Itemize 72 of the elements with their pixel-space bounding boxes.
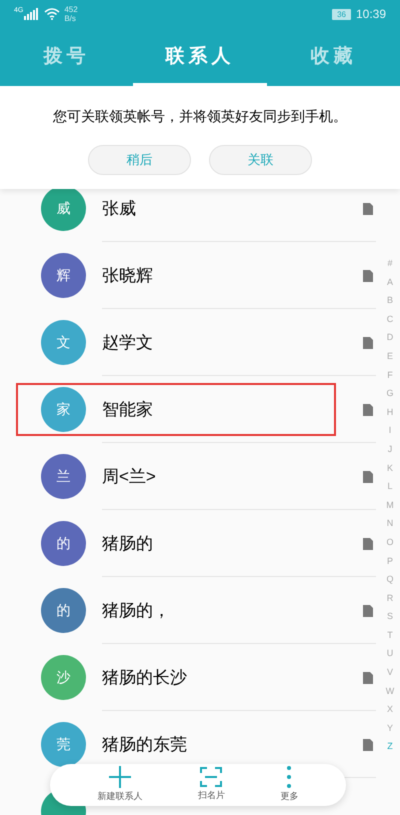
index-letter[interactable]: C (386, 310, 394, 328)
contact-avatar: 文 (41, 320, 86, 365)
index-letter[interactable]: X (386, 700, 393, 719)
document-icon (363, 202, 373, 214)
speed-unit: B/s (64, 14, 77, 23)
contact-avatar: 沙 (41, 655, 86, 700)
contact-name: 猪肠的东莞 (102, 734, 187, 756)
index-letter[interactable]: M (386, 496, 394, 514)
index-letter[interactable]: L (387, 477, 392, 496)
contact-name: 张威 (102, 198, 136, 220)
scan-icon (200, 767, 222, 788)
document-icon (363, 470, 373, 482)
index-letter[interactable]: J (388, 440, 392, 459)
index-letter[interactable]: Y (386, 718, 393, 738)
contact-name: 周<兰> (102, 466, 156, 488)
contact-avatar: 威 (41, 186, 86, 231)
index-letter[interactable]: D (386, 328, 394, 347)
toolbar-button[interactable]: 扫名片 (198, 767, 225, 803)
contact-avatar: 的 (41, 588, 86, 633)
tab[interactable]: 联系人 (133, 28, 267, 86)
index-letter[interactable]: F (387, 366, 393, 384)
status-time: 10:39 (356, 6, 386, 23)
index-letter[interactable]: P (386, 552, 393, 570)
index-letter[interactable]: N (386, 514, 394, 533)
document-icon (363, 672, 373, 684)
contact-name: 猪肠的， (102, 600, 170, 622)
index-letter[interactable]: T (387, 626, 393, 644)
battery-icon: 36 (332, 8, 351, 20)
index-letter[interactable]: Z (387, 737, 393, 756)
contact-name: 赵学文 (102, 332, 153, 354)
toolbar-button[interactable]: 更多 (280, 766, 298, 804)
plus-icon (109, 766, 132, 788)
index-letter[interactable]: O (386, 532, 394, 552)
index-letter[interactable]: H (386, 402, 394, 422)
tab[interactable]: 收藏 (266, 28, 400, 86)
contact-avatar: 莞 (41, 722, 86, 767)
index-letter[interactable]: G (386, 384, 394, 403)
index-letter[interactable]: B (386, 291, 393, 310)
contact-name: 猪肠的长沙 (102, 666, 187, 689)
wifi-icon (44, 8, 60, 20)
contact-name: 猪肠的 (102, 532, 153, 555)
banner-button[interactable]: 关联 (209, 145, 312, 175)
index-letter[interactable]: I (388, 421, 392, 440)
document-icon (363, 538, 373, 550)
contact-name: 智能家 (102, 398, 153, 421)
tab[interactable]: 拨号 (0, 28, 134, 86)
index-letter[interactable]: V (386, 663, 393, 682)
index-letter[interactable]: K (386, 458, 393, 478)
contact-avatar: 的 (41, 521, 86, 566)
contact-avatar: 辉 (41, 253, 86, 298)
index-letter[interactable]: E (386, 346, 393, 366)
document-icon (363, 336, 373, 348)
signal-icon (24, 8, 40, 20)
more-icon (287, 766, 292, 788)
index-letter[interactable]: W (386, 682, 394, 700)
document-icon (363, 604, 373, 616)
toolbar-button[interactable]: 新建联系人 (98, 766, 143, 804)
contact-name: 张晓辉 (102, 264, 153, 287)
document-icon (363, 738, 373, 750)
document-icon (363, 404, 373, 416)
speed-value: 452 (64, 5, 78, 14)
index-letter[interactable]: A (386, 272, 393, 292)
contact-avatar: 家 (41, 387, 86, 432)
contact-avatar: 兰 (41, 454, 86, 499)
index-letter[interactable]: # (387, 254, 392, 273)
index-letter[interactable]: U (386, 644, 394, 664)
index-letter[interactable]: R (386, 588, 394, 608)
document-icon (363, 270, 373, 282)
index-letter[interactable]: Q (386, 570, 394, 589)
banner-button[interactable]: 稍后 (88, 145, 191, 175)
banner-message: 您可关联领英帐号，并将领英好友同步到手机。 (53, 107, 347, 126)
index-letter[interactable]: S (386, 607, 393, 626)
